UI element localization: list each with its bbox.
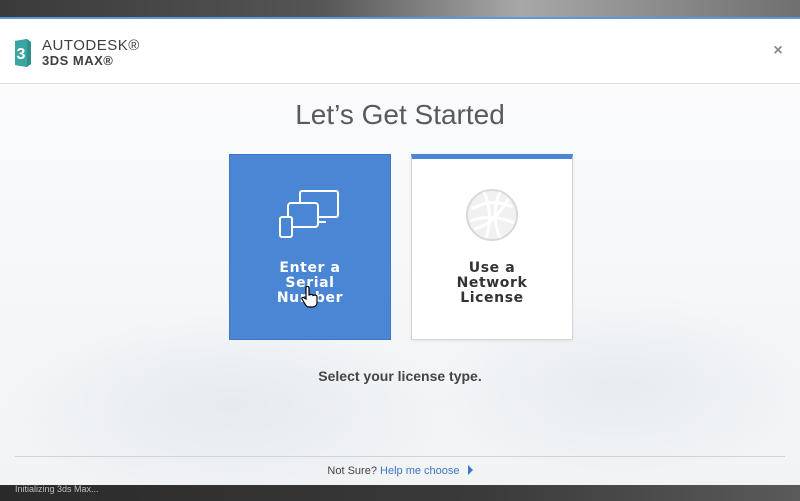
footer: Not Sure? Help me choose	[0, 465, 800, 477]
hand-cursor-icon	[301, 286, 318, 308]
brand-name: AUTODESK®	[42, 37, 140, 54]
help-me-choose-link[interactable]: Help me choose	[380, 465, 460, 477]
dialog-background	[0, 85, 800, 485]
license-type-instruction: Select your license type.	[318, 368, 482, 384]
use-network-license-label: Use a Network License	[456, 260, 528, 306]
footer-divider	[15, 456, 785, 457]
chevron-right-icon[interactable]	[467, 465, 473, 475]
desktop-background-bottom	[0, 483, 800, 501]
desktop-background-top	[0, 0, 800, 18]
enter-serial-number-option[interactable]: Enter a Serial Number	[229, 154, 391, 340]
product-name: 3DS MAX®	[42, 53, 114, 68]
license-dialog: 3 AUTODESK® 3DS MAX® × Let’s Get Started…	[0, 17, 800, 485]
dialog-header: 3 AUTODESK® 3DS MAX® ×	[0, 19, 800, 84]
page-title: Let’s Get Started	[295, 99, 505, 130]
use-network-license-option[interactable]: Use a Network License	[411, 154, 573, 340]
devices-icon	[279, 190, 339, 238]
globe-network-icon	[466, 189, 518, 241]
background-status-text: Initializing 3ds Max...	[15, 484, 99, 494]
3ds-max-logo-icon: 3	[15, 39, 31, 67]
svg-text:3: 3	[17, 46, 26, 63]
close-button[interactable]: ×	[770, 43, 786, 59]
not-sure-text: Not Sure?	[327, 465, 377, 477]
